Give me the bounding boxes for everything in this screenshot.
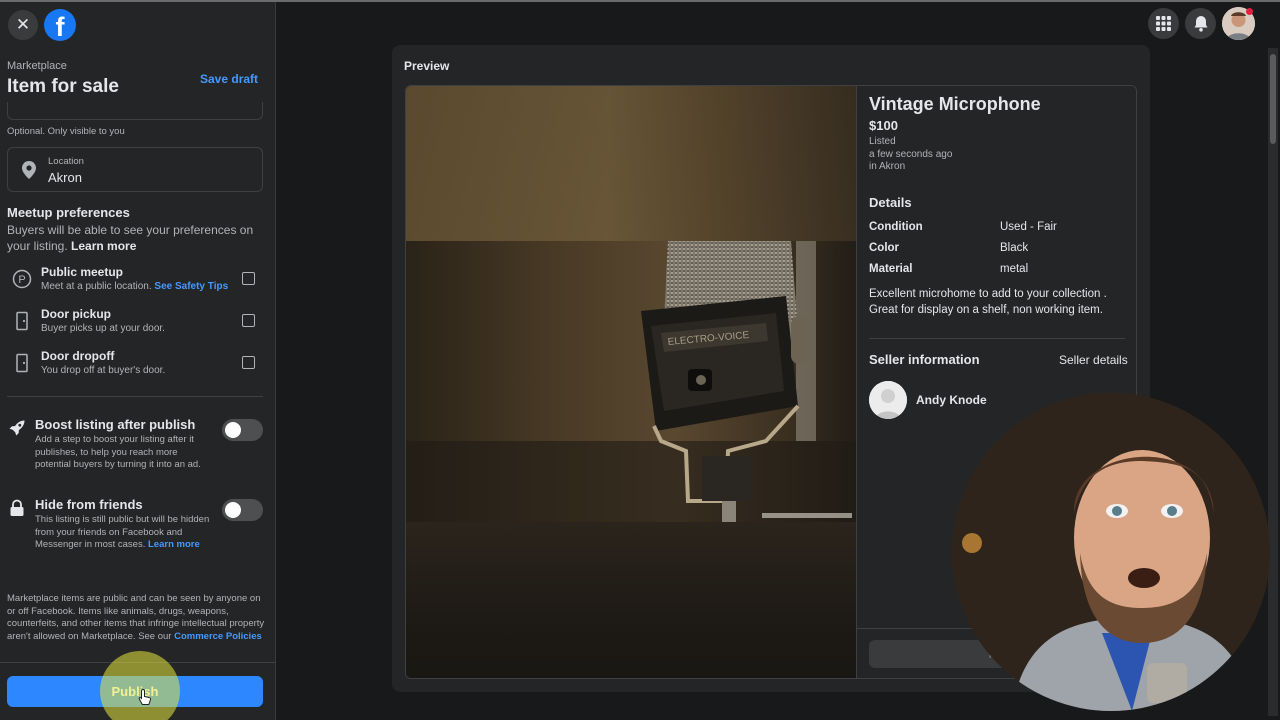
facebook-logo-letter: f [55,12,65,41]
photo-blurred-backdrop [406,522,856,678]
hide-learn-more-link[interactable]: Learn more [148,539,200,550]
photo-blurred-backdrop [406,86,856,241]
apps-grid-icon[interactable] [1148,8,1179,39]
save-draft-button[interactable]: Save draft [200,72,258,86]
door-dropoff-checkbox[interactable] [242,356,255,369]
location-pin-icon [22,161,36,179]
listing-sidebar: ✕ f Marketplace Item for sale Save draft… [0,2,276,720]
photo-area: ELECTRO-VOICE [406,86,856,678]
detail-value: Black [1000,242,1029,254]
option-subtitle: Buyer picks up at your door. [41,323,165,334]
toggle-knob [225,502,241,518]
boost-description: Add a step to boost your listing after i… [35,434,201,470]
detail-value: Used - Fair [1000,221,1057,233]
rocket-icon [9,420,25,436]
detail-key: Condition [869,221,923,233]
meetup-title: Meetup preferences [7,205,130,220]
scrollbar-thumb[interactable] [1270,54,1276,144]
option-subtitle: Meet at a public location. See Safety Ti… [41,281,228,292]
notification-dot [1246,8,1253,15]
seller-avatar-image [869,381,907,419]
seller-details-link[interactable]: Seller details [1059,353,1128,367]
option-door-pickup[interactable]: Door pickup Buyer picks up at your door. [0,307,276,347]
option-door-dropoff[interactable]: Door dropoff You drop off at buyer's doo… [0,349,276,389]
door-icon [16,353,28,373]
boost-toggle[interactable] [222,419,263,441]
preview-label: Preview [404,59,450,73]
commerce-policies-link[interactable]: Commerce Policies [174,631,262,642]
policy-notice: Marketplace items are public and can be … [7,593,265,643]
mouse-cursor-icon [138,688,152,705]
meetup-learn-more-link[interactable]: Learn more [71,239,136,253]
listed-place: in Akron [869,161,906,172]
description-field[interactable] [7,102,263,120]
listed-info: Listed a few seconds ago in Akron [869,136,952,174]
hide-title: Hide from friends [35,497,143,512]
detail-key: Material [869,263,913,275]
location-field[interactable]: Location Akron [7,147,263,192]
door-pickup-checkbox[interactable] [242,314,255,327]
svg-text:P: P [18,274,25,286]
option-public-meetup[interactable]: P Public meetup Meet at a public locatio… [0,265,276,305]
seller-avatar[interactable] [869,381,907,419]
bell-glyph [1194,16,1207,32]
option-title: Public meetup [41,265,124,279]
item-title: Vintage Microphone [869,94,1041,114]
option-subtitle: You drop off at buyer's door. [41,365,166,376]
safety-tips-link[interactable]: See Safety Tips [154,281,228,292]
seller-name[interactable]: Andy Knode [916,393,987,407]
apps-grid-glyph [1156,16,1171,31]
bell-icon[interactable] [1185,8,1216,39]
detail-value: metal [1000,263,1029,275]
option-subtitle-text: Meet at a public location. [41,281,152,292]
divider [869,338,1125,339]
meetup-description: Buyers will be able to see your preferen… [7,222,257,254]
public-meetup-icon: P [12,269,32,289]
divider [7,396,263,397]
microphone-illustration: ELECTRO-VOICE [406,241,856,522]
page-title: Item for sale [7,76,119,97]
lock-icon [10,499,24,516]
location-label: Location [48,156,84,167]
hide-description: This listing is still public but will be… [35,514,213,552]
boost-title: Boost listing after publish [35,417,196,432]
toggle-knob [225,422,241,438]
item-description: Excellent microhome to add to your colle… [869,288,1107,316]
section-label: Marketplace [7,60,67,72]
location-value: Akron [48,170,82,185]
public-meetup-checkbox[interactable] [242,272,255,285]
hide-toggle[interactable] [222,499,263,521]
optional-note: Optional. Only visible to you [7,126,125,137]
detail-key: Color [869,242,900,254]
webcam-overlay [952,393,1270,711]
option-title: Door pickup [41,307,112,321]
listing-photo: ELECTRO-VOICE [406,241,856,522]
option-title: Door dropoff [41,349,115,363]
details-heading: Details [869,195,912,210]
presenter-video [952,393,1270,711]
seller-heading: Seller information [869,352,980,367]
close-icon[interactable]: ✕ [8,10,38,40]
item-price: $100 [869,118,898,133]
door-icon [16,311,28,331]
listed-time: a few seconds ago [869,148,953,160]
listed-label: Listed [869,136,896,147]
page-scrollbar[interactable] [1268,48,1278,716]
facebook-logo[interactable]: f [44,9,76,41]
